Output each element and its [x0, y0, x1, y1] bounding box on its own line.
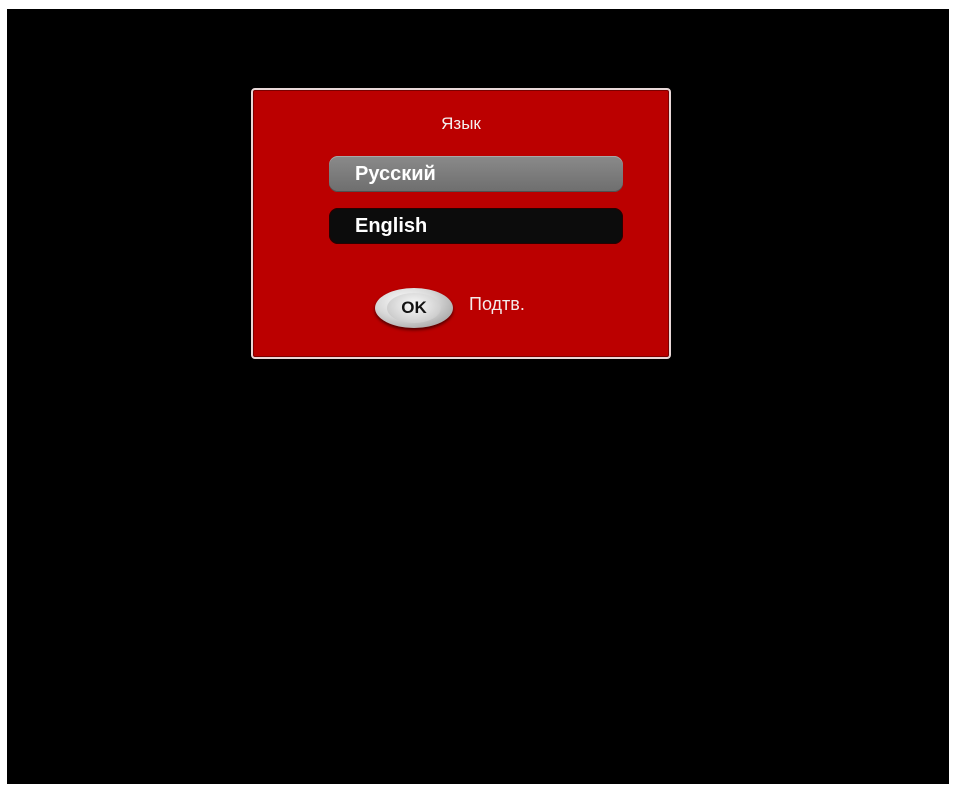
language-option-russian[interactable]: Русский [329, 156, 623, 192]
confirm-hint: Подтв. [469, 294, 525, 314]
language-option-english[interactable]: English [329, 208, 623, 244]
ok-button[interactable]: OK [375, 288, 453, 328]
confirm-row: OK Подтв. [373, 286, 613, 330]
language-dialog: Язык Русский English OK Подтв. [251, 88, 671, 359]
tv-screen: Язык Русский English OK Подтв. [7, 9, 949, 784]
dialog-title: Язык [441, 114, 481, 133]
ok-button-label: OK [387, 293, 441, 323]
